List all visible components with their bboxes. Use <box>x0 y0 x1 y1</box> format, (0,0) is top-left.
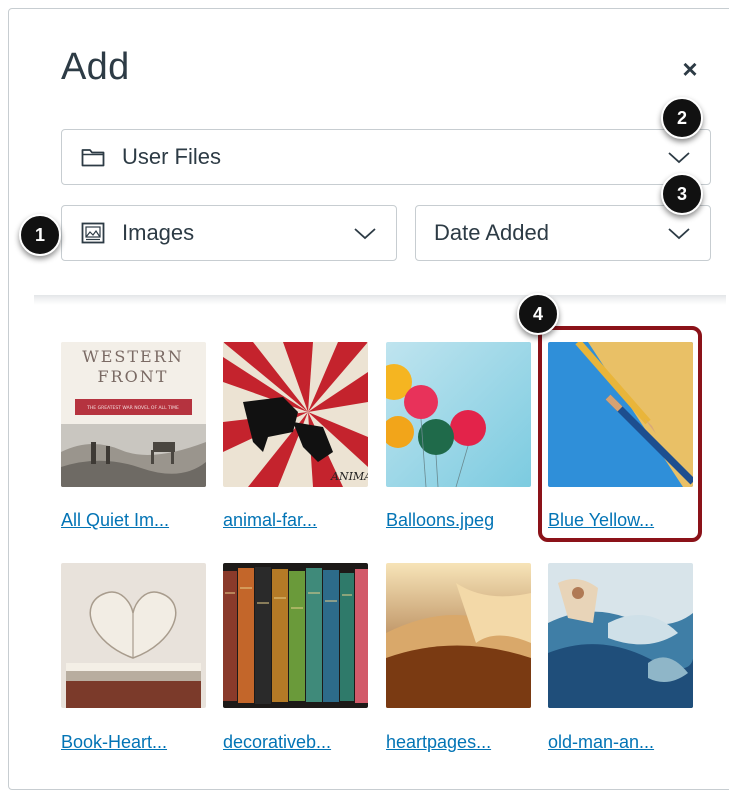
book-heart-image <box>61 563 206 708</box>
cover-title-line2: FRONT <box>98 367 169 386</box>
callout-3: 3 <box>661 173 703 215</box>
image-thumbnail-book-heart[interactable] <box>61 563 206 708</box>
image-thumbnail-heart-pages[interactable] <box>386 563 531 708</box>
image-link-all-quiet[interactable]: All Quiet Im... <box>61 510 169 531</box>
callout-4: 4 <box>517 293 559 335</box>
close-icon: × <box>682 54 698 84</box>
image-thumbnail-old-man[interactable] <box>548 563 693 708</box>
image-link-old-man[interactable]: old-man-an... <box>548 732 654 753</box>
book-cover-image: WESTERN FRONT THE GREATEST WAR NOVEL OF … <box>61 342 206 487</box>
image-link-decorative-books[interactable]: decorativeb... <box>223 732 331 753</box>
image-link-balloons[interactable]: Balloons.jpeg <box>386 510 494 531</box>
image-thumbnail-all-quiet[interactable]: WESTERN FRONT THE GREATEST WAR NOVEL OF … <box>61 342 206 487</box>
chevron-down-icon <box>668 152 690 164</box>
section-divider <box>34 295 726 305</box>
content-type-label: Images <box>122 220 195 245</box>
selected-image-highlight <box>538 326 702 542</box>
content-type-select[interactable]: Images <box>61 205 397 261</box>
image-thumbnail-decorative-books[interactable] <box>223 563 368 708</box>
image-thumbnail-balloons[interactable] <box>386 342 531 487</box>
image-icon <box>80 220 106 246</box>
chevron-down-icon <box>354 228 376 240</box>
sort-select[interactable]: Date Added <box>415 205 711 261</box>
balloons-image <box>386 342 531 487</box>
cover-tagline: THE GREATEST WAR NOVEL OF ALL TIME <box>86 405 179 411</box>
sort-select-label: Date Added <box>434 220 549 245</box>
cover-text: ANIMAL FA <box>330 470 368 483</box>
book-cover-image: ANIMAL FA <box>223 342 368 487</box>
image-thumbnail-animal-farm[interactable]: ANIMAL FA <box>223 342 368 487</box>
painting-image <box>548 563 693 708</box>
callout-1: 1 <box>19 214 61 256</box>
callout-2: 2 <box>661 97 703 139</box>
open-book-image <box>386 563 531 708</box>
book-spines-image <box>223 563 368 708</box>
image-link-heart-pages[interactable]: heartpages... <box>386 732 491 753</box>
close-button[interactable]: × <box>677 56 703 82</box>
image-link-book-heart[interactable]: Book-Heart... <box>61 732 167 753</box>
source-select-label: User Files <box>122 144 222 169</box>
chevron-down-icon <box>668 228 690 240</box>
image-link-animal-farm[interactable]: animal-far... <box>223 510 317 531</box>
dialog-title: Add <box>61 46 130 88</box>
source-select[interactable]: User Files <box>61 129 711 185</box>
folder-icon <box>80 144 106 170</box>
cover-title-line1: WESTERN <box>82 347 183 366</box>
